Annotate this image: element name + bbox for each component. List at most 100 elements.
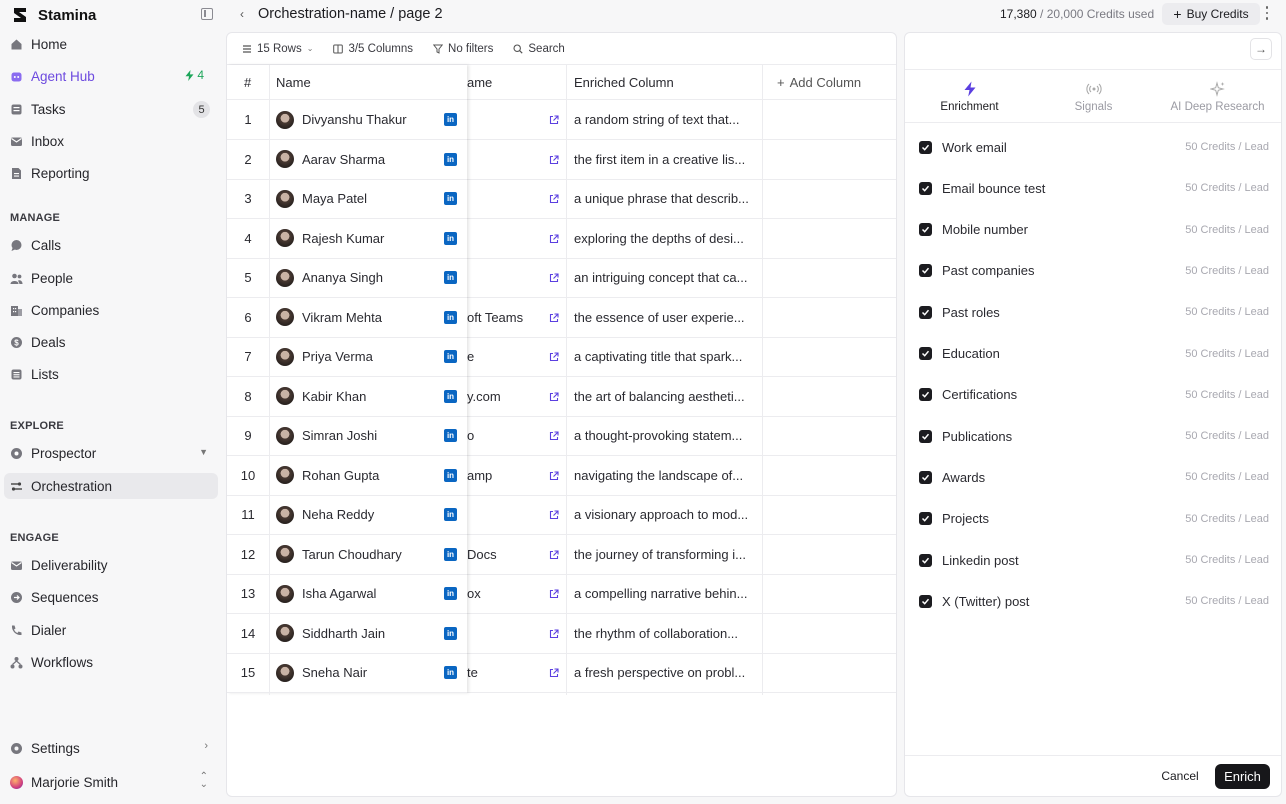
checkbox-checked-icon[interactable] xyxy=(919,140,932,154)
checkbox-checked-icon[interactable] xyxy=(919,264,932,278)
sidebar-item-people[interactable]: People xyxy=(4,265,218,291)
checkbox-checked-icon[interactable] xyxy=(919,470,932,484)
sidebar-item-tasks[interactable]: Tasks 5 xyxy=(4,96,218,122)
sidebar-item-prospector[interactable]: Prospector ▼ xyxy=(4,440,218,466)
table-row-frozen[interactable]: 2 Aarav Sharma in xyxy=(227,140,467,180)
linkedin-icon[interactable]: in xyxy=(444,666,457,679)
table-row-frozen[interactable]: 10 Rohan Gupta in xyxy=(227,456,467,496)
name-cell[interactable]: Rohan Gupta xyxy=(276,456,436,495)
user-menu[interactable]: Marjorie Smith ⌃ ⌄ xyxy=(4,769,218,795)
table-row-frozen[interactable]: 13 Isha Agarwal in xyxy=(227,574,467,614)
external-link-icon[interactable] xyxy=(549,549,559,560)
table-row-frozen[interactable]: 7 Priya Verma in xyxy=(227,337,467,377)
checkbox-checked-icon[interactable] xyxy=(919,594,932,608)
add-column-button[interactable]: + Add Column xyxy=(777,65,887,99)
checkbox-checked-icon[interactable] xyxy=(919,223,932,237)
collapse-sidebar-icon[interactable] xyxy=(201,8,213,20)
name-cell[interactable]: Simran Joshi xyxy=(276,416,436,455)
sidebar-item-dialer[interactable]: Dialer xyxy=(4,617,218,643)
checkbox-checked-icon[interactable] xyxy=(919,347,932,360)
cancel-button[interactable]: Cancel xyxy=(1155,765,1205,787)
sidebar-item-orchestration[interactable]: Orchestration xyxy=(4,473,218,499)
external-link-icon[interactable] xyxy=(549,273,559,283)
linkedin-icon[interactable]: in xyxy=(444,271,457,284)
name-cell[interactable]: Tarun Choudhary xyxy=(276,535,436,574)
external-link-icon[interactable] xyxy=(549,352,559,362)
brand[interactable]: Stamina xyxy=(10,4,96,26)
back-chevron-icon[interactable]: ‹ xyxy=(240,7,244,21)
sidebar-item-workflows[interactable]: Workflows xyxy=(4,649,218,675)
table-row-frozen[interactable]: 5 Ananya Singh in xyxy=(227,258,467,298)
sidebar-item-deals[interactable]: $ Deals xyxy=(4,329,218,355)
linkedin-icon[interactable]: in xyxy=(444,508,457,521)
enrichment-option[interactable]: Linkedin post 50 Credits / Lead xyxy=(919,549,1269,571)
name-cell[interactable]: Ananya Singh xyxy=(276,258,436,297)
external-link-icon[interactable] xyxy=(549,470,559,481)
filters-button[interactable]: No filters xyxy=(433,43,493,55)
linkedin-icon[interactable]: in xyxy=(444,350,457,363)
name-cell[interactable]: Maya Patel xyxy=(276,179,436,218)
table-row-frozen[interactable]: 15 Sneha Nair in xyxy=(227,653,467,693)
table-row-frozen[interactable]: 3 Maya Patel in xyxy=(227,179,467,219)
sidebar-item-sequences[interactable]: Sequences xyxy=(4,584,218,610)
name-cell[interactable]: Siddharth Jain xyxy=(276,614,436,653)
enrichment-option[interactable]: Certifications 50 Credits / Lead xyxy=(919,384,1269,406)
checkbox-checked-icon[interactable] xyxy=(919,553,932,567)
external-link-icon[interactable] xyxy=(549,312,559,323)
external-link-icon[interactable] xyxy=(549,668,559,678)
external-link-icon[interactable] xyxy=(549,431,559,441)
linkedin-icon[interactable]: in xyxy=(444,587,457,600)
sidebar-item-settings[interactable]: Settings › xyxy=(4,735,218,761)
buy-credits-button[interactable]: + Buy Credits xyxy=(1162,3,1260,25)
name-cell[interactable]: Neha Reddy xyxy=(276,495,436,534)
column-header-company[interactable]: ame xyxy=(467,65,567,99)
table-row-frozen[interactable]: 11 Neha Reddy in xyxy=(227,495,467,535)
columns-button[interactable]: 3/5 Columns xyxy=(333,43,413,55)
enrichment-option[interactable]: Past companies 50 Credits / Lead xyxy=(919,260,1269,282)
linkedin-icon[interactable]: in xyxy=(444,389,457,403)
linkedin-icon[interactable]: in xyxy=(444,429,457,442)
external-link-icon[interactable] xyxy=(549,233,559,244)
tab-enrichment[interactable]: Enrichment xyxy=(907,70,1032,123)
external-link-icon[interactable] xyxy=(549,154,559,165)
name-cell[interactable]: Kabir Khan xyxy=(276,377,436,416)
enrichment-option[interactable]: Work email 50 Credits / Lead xyxy=(919,136,1269,158)
column-header-name[interactable]: Name xyxy=(276,65,426,99)
checkbox-checked-icon[interactable] xyxy=(919,181,932,195)
enrichment-option[interactable]: Mobile number 50 Credits / Lead xyxy=(919,219,1269,241)
table-row-frozen[interactable]: 1 Divyanshu Thakur in xyxy=(227,100,467,140)
arrow-right-icon[interactable]: → xyxy=(1250,38,1272,60)
linkedin-icon[interactable]: in xyxy=(444,192,457,205)
name-cell[interactable]: Rajesh Kumar xyxy=(276,219,436,258)
sidebar-item-agent-hub[interactable]: Agent Hub 4 xyxy=(4,63,218,89)
name-cell[interactable]: Isha Agarwal xyxy=(276,574,436,613)
table-row-frozen[interactable]: 14 Siddharth Jain in xyxy=(227,614,467,654)
tab-signals[interactable]: Signals xyxy=(1031,70,1156,123)
search-button[interactable]: Search xyxy=(513,43,565,55)
name-cell[interactable]: Divyanshu Thakur xyxy=(276,100,436,139)
sidebar-item-reporting[interactable]: Reporting xyxy=(4,160,218,186)
external-link-icon[interactable] xyxy=(549,115,559,125)
linkedin-icon[interactable]: in xyxy=(444,152,457,166)
enrichment-option[interactable]: X (Twitter) post 50 Credits / Lead xyxy=(919,590,1269,612)
enrich-button[interactable]: Enrich xyxy=(1215,764,1270,789)
table-row-frozen[interactable]: 12 Tarun Choudhary in xyxy=(227,535,467,575)
checkbox-checked-icon[interactable] xyxy=(919,388,932,402)
enrichment-option[interactable]: Past roles 50 Credits / Lead xyxy=(919,301,1269,323)
table-row-frozen[interactable]: 8 Kabir Khan in xyxy=(227,377,467,417)
sidebar-item-deliverability[interactable]: Deliverability xyxy=(4,552,218,578)
checkbox-checked-icon[interactable] xyxy=(919,305,932,319)
linkedin-icon[interactable]: in xyxy=(444,626,457,640)
table-row-frozen[interactable]: 9 Simran Joshi in xyxy=(227,416,467,456)
external-link-icon[interactable] xyxy=(549,628,559,639)
sidebar-item-home[interactable]: Home xyxy=(4,31,218,57)
checkbox-checked-icon[interactable] xyxy=(919,429,932,443)
name-cell[interactable]: Priya Verma xyxy=(276,337,436,376)
enrichment-option[interactable]: Education 50 Credits / Lead xyxy=(919,343,1269,365)
name-cell[interactable]: Sneha Nair xyxy=(276,653,436,692)
name-cell[interactable]: Aarav Sharma xyxy=(276,140,436,179)
enrichment-option[interactable]: Awards 50 Credits / Lead xyxy=(919,466,1269,488)
tab-ai-deep-research[interactable]: AI Deep Research xyxy=(1155,70,1280,123)
external-link-icon[interactable] xyxy=(549,510,559,520)
external-link-icon[interactable] xyxy=(549,589,559,599)
